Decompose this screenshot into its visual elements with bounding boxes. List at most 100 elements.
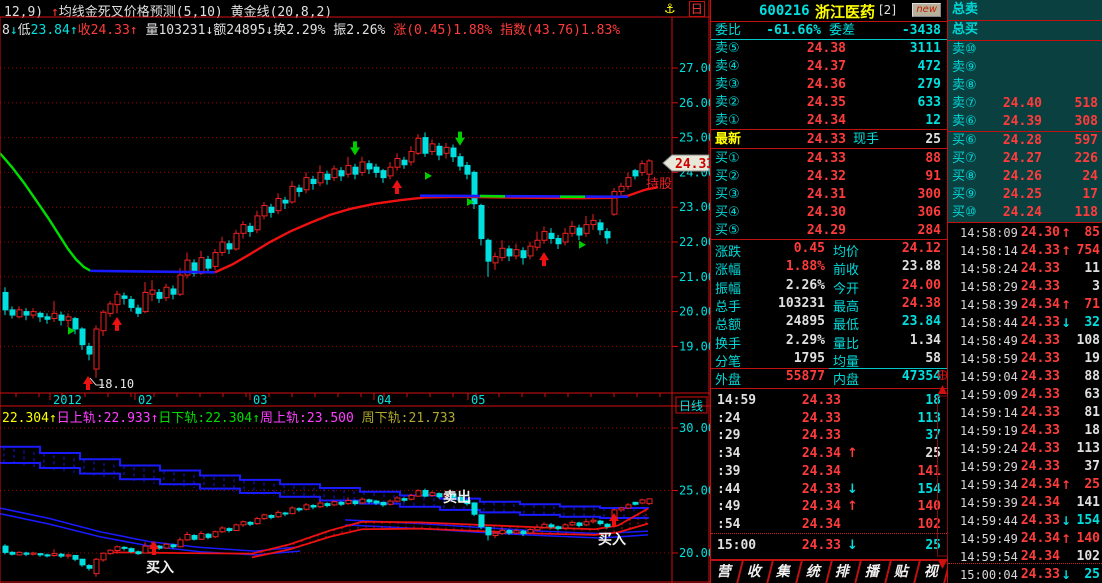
order-book-row[interactable]: 卖⑤ 24.38 3111 bbox=[711, 40, 947, 58]
order-book-row[interactable]: 买⑨ 24.25 17 bbox=[948, 186, 1102, 204]
time-sales-row: 14:59:39 24.34 141 bbox=[948, 494, 1102, 512]
low-marker-arrow bbox=[83, 376, 93, 390]
candle-body bbox=[353, 167, 358, 174]
order-book-row[interactable]: 总卖 bbox=[948, 1, 1102, 19]
candle-body bbox=[493, 257, 498, 263]
scrollbar[interactable] bbox=[937, 368, 948, 583]
kline-charts[interactable]: 18.10持股27.0026.0025.0024.0023.0022.0021.… bbox=[0, 0, 710, 583]
level-volume: 284 bbox=[918, 222, 941, 240]
level-label: 买⑦ bbox=[952, 150, 977, 168]
candle-body bbox=[192, 536, 197, 540]
level-label: 买② bbox=[715, 168, 740, 186]
candle-body bbox=[255, 216, 260, 230]
trade-signal-label: 买入 bbox=[598, 532, 626, 548]
candle-body bbox=[94, 329, 99, 369]
order-book-row[interactable]: 卖② 24.35 633 bbox=[711, 94, 947, 112]
signal-arrow bbox=[425, 172, 432, 180]
level-label: 买③ bbox=[715, 186, 740, 204]
candle-body bbox=[31, 553, 36, 554]
candle-body bbox=[31, 312, 36, 315]
candle-body bbox=[129, 299, 134, 307]
candle-body bbox=[647, 499, 652, 504]
candle-body bbox=[367, 164, 372, 169]
candle-body bbox=[10, 552, 15, 554]
level-price: 24.36 bbox=[771, 76, 846, 94]
order-book-row[interactable]: 总买 bbox=[948, 21, 1102, 39]
level-label: 卖② bbox=[715, 94, 740, 112]
candle-body bbox=[619, 186, 624, 191]
weibi-row: 委比 -61.66% 委差 -3438 bbox=[711, 22, 947, 40]
candle-body bbox=[430, 493, 435, 496]
hdr2-part: 24.33 bbox=[91, 23, 130, 38]
candle-body bbox=[234, 233, 239, 249]
candle-body bbox=[563, 525, 568, 528]
candle-body bbox=[24, 312, 29, 315]
candle-body bbox=[528, 246, 533, 256]
stock-name[interactable]: 浙江医药 bbox=[815, 1, 875, 22]
order-book-row[interactable]: 买⑤ 24.29 284 bbox=[711, 222, 947, 240]
level-label: 总卖 bbox=[952, 1, 978, 19]
candle-body bbox=[563, 233, 568, 242]
candle-body bbox=[87, 346, 92, 354]
order-book-row[interactable]: 买⑩ 24.24 118 bbox=[948, 204, 1102, 222]
order-book-row[interactable]: 买⑥ 24.28 597 bbox=[948, 132, 1102, 150]
y-axis-label: 19.00 bbox=[679, 339, 710, 353]
candle-body bbox=[430, 144, 435, 152]
time-sales-row: 14:59:49 24.34 ↑ 140 bbox=[948, 530, 1102, 548]
order-book-row[interactable]: 卖③ 24.36 279 bbox=[711, 76, 947, 94]
subhdr-part: ↑ bbox=[252, 411, 260, 426]
subhdr-part: ↑ bbox=[49, 411, 57, 426]
candle-body bbox=[465, 165, 470, 174]
y-axis-label: 26.00 bbox=[679, 96, 710, 110]
order-book-row[interactable]: 卖⑨ bbox=[948, 59, 1102, 77]
order-book-row[interactable]: 买③ 24.31 300 bbox=[711, 186, 947, 204]
candle-body bbox=[570, 522, 575, 525]
level-price: 24.34 bbox=[771, 112, 846, 130]
candle-body bbox=[3, 546, 8, 552]
order-book-row[interactable]: 买① 24.33 88 bbox=[711, 150, 947, 168]
candle-body bbox=[584, 522, 589, 525]
candle-body bbox=[115, 547, 120, 551]
level-label: 卖③ bbox=[715, 76, 740, 94]
order-book-row[interactable]: 买⑧ 24.26 24 bbox=[948, 168, 1102, 186]
candle-body bbox=[157, 292, 162, 298]
time-sales-row: 14:59:14 24.33 81 bbox=[948, 404, 1102, 422]
time-sales-row: 14:59:44 24.33 ↓ 154 bbox=[948, 512, 1102, 530]
day-band-top bbox=[0, 508, 300, 551]
candle-body bbox=[143, 292, 148, 311]
candle-body bbox=[248, 226, 253, 231]
period-day-icon[interactable]: 日 bbox=[689, 1, 705, 17]
candle-body bbox=[367, 500, 372, 502]
order-book-row[interactable]: 卖④ 24.37 472 bbox=[711, 58, 947, 76]
stock-header: 600216 浙江医药 [2] new bbox=[711, 0, 947, 22]
anchor-icon[interactable]: ⚓ bbox=[664, 2, 676, 17]
candle-body bbox=[220, 528, 225, 532]
tick-row: :54 24.34 102 bbox=[711, 516, 947, 534]
candle-body bbox=[381, 502, 386, 505]
subhdr-part: 周下轨:21.733 bbox=[354, 411, 456, 426]
time-sales-row: 14:59:29 24.33 37 bbox=[948, 458, 1102, 476]
new-badge[interactable]: new bbox=[912, 3, 941, 17]
order-book-row[interactable]: 卖⑩ bbox=[948, 41, 1102, 59]
order-book-row[interactable]: 卖① 24.34 12 bbox=[711, 112, 947, 130]
scroll-up-icon bbox=[938, 385, 947, 394]
candle-body bbox=[206, 534, 211, 537]
order-book-row[interactable]: 买⑦ 24.27 226 bbox=[948, 150, 1102, 168]
candle-body bbox=[472, 503, 477, 514]
time-sales-row: 14:58:39 24.34 ↑ 71 bbox=[948, 296, 1102, 314]
candle-body bbox=[535, 240, 540, 247]
candle-body bbox=[262, 205, 267, 215]
level-price: 24.25 bbox=[984, 186, 1042, 204]
order-book-row[interactable]: 买② 24.32 91 bbox=[711, 168, 947, 186]
order-book-row[interactable]: 买④ 24.30 306 bbox=[711, 204, 947, 222]
level-price: 24.39 bbox=[984, 113, 1042, 131]
order-book-row[interactable]: 卖⑦ 24.40 518 bbox=[948, 95, 1102, 113]
x-axis-label: 02 bbox=[138, 393, 152, 407]
level-price: 24.26 bbox=[984, 168, 1042, 186]
candle-body bbox=[472, 172, 477, 203]
candle-body bbox=[122, 296, 127, 298]
order-book-row[interactable]: 卖⑥ 24.39 308 bbox=[948, 113, 1102, 131]
order-book-row[interactable]: 卖⑧ bbox=[948, 77, 1102, 95]
y-axis-label: 20.00 bbox=[679, 546, 710, 560]
candle-body bbox=[577, 228, 582, 235]
